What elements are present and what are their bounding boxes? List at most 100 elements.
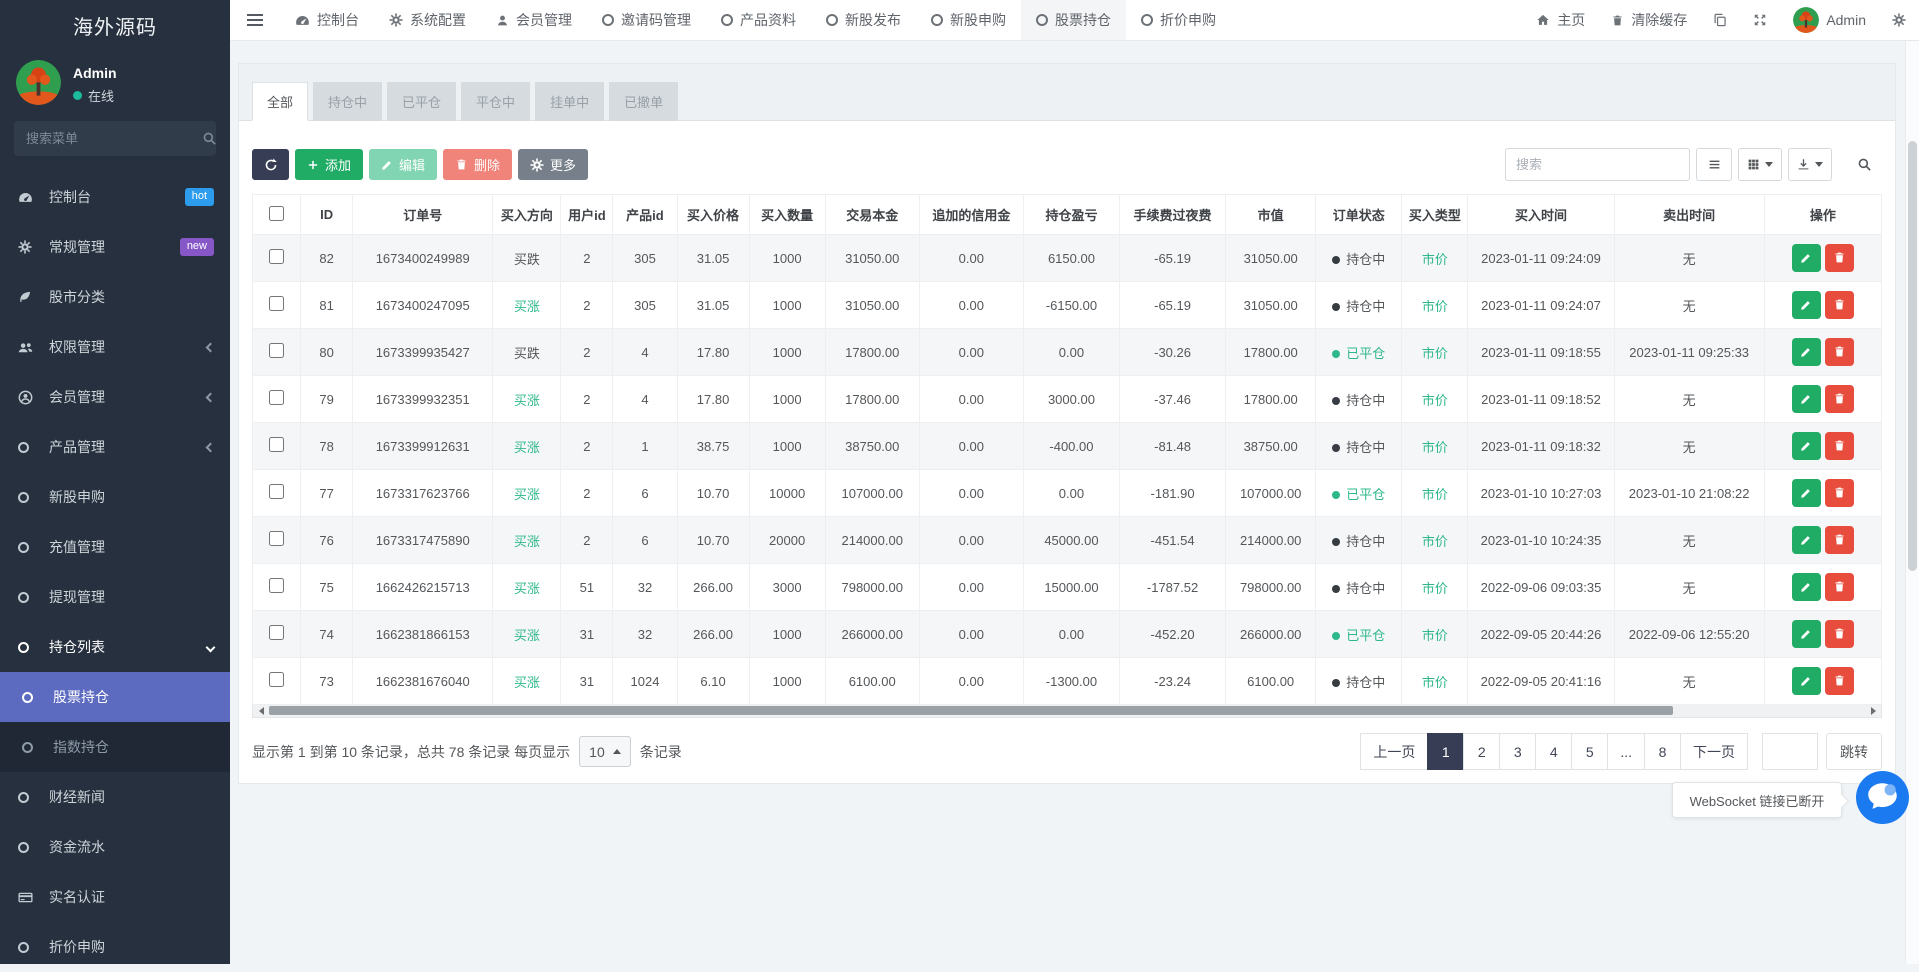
page-button-3[interactable]: 3 xyxy=(1499,733,1537,770)
row-checkbox[interactable] xyxy=(269,343,285,358)
page-button-...[interactable]: ... xyxy=(1607,733,1645,770)
page-button-上一页[interactable]: 上一页 xyxy=(1360,733,1429,770)
sidebar-item-general-mgmt[interactable]: 常规管理 new xyxy=(0,222,230,272)
row-edit-button[interactable] xyxy=(1791,479,1821,508)
user-menu[interactable]: Admin xyxy=(1780,7,1879,33)
nav-item-ipo-publish[interactable]: 新股发布 xyxy=(811,0,916,40)
nav-item-product-info[interactable]: 产品资料 xyxy=(706,0,811,40)
nav-item-stock-position[interactable]: 股票持仓 xyxy=(1021,0,1126,40)
page-size-select[interactable]: 10 xyxy=(579,736,631,767)
row-checkbox[interactable] xyxy=(269,578,285,593)
page-jump-input[interactable] xyxy=(1762,733,1818,770)
sidebar-item-stock-position[interactable]: 股票持仓 xyxy=(0,672,230,722)
sidebar-item-index-position[interactable]: 指数持仓 xyxy=(0,722,230,772)
sidebar-item-withdraw-mgmt[interactable]: 提现管理 xyxy=(0,572,230,622)
row-delete-button[interactable] xyxy=(1824,666,1854,695)
sidebar-search[interactable] xyxy=(14,121,216,156)
sidebar-search-input[interactable] xyxy=(26,131,202,146)
horizontal-scrollbar[interactable] xyxy=(252,705,1882,718)
sidebar-item-ipo-subscribe[interactable]: 新股申购 xyxy=(0,472,230,522)
sidebar-item-discount-subscribe[interactable]: 折价申购 xyxy=(0,922,230,972)
tab-4[interactable]: 挂单中 xyxy=(535,82,605,121)
nav-item-invite-code[interactable]: 邀请码管理 xyxy=(587,0,706,40)
sidebar-item-recharge-mgmt[interactable]: 充值管理 xyxy=(0,522,230,572)
tab-5[interactable]: 已撤单 xyxy=(609,82,679,121)
add-button[interactable]: 添加 xyxy=(295,149,364,180)
vertical-scrollbar[interactable] xyxy=(1905,41,1919,964)
nav-item-dashboard[interactable]: 控制台 xyxy=(280,0,374,40)
home-button[interactable]: 主页 xyxy=(1523,10,1598,30)
sidebar-item-fund-flow[interactable]: 资金流水 xyxy=(0,822,230,872)
sidebar-item-position-list[interactable]: 持仓列表 xyxy=(0,622,230,672)
page-button-1[interactable]: 1 xyxy=(1427,733,1465,770)
hamburger-menu-icon[interactable] xyxy=(230,0,280,40)
tab-2[interactable]: 已平仓 xyxy=(387,82,457,121)
page-button-2[interactable]: 2 xyxy=(1463,733,1501,770)
fullscreen-button[interactable] xyxy=(1740,13,1780,27)
select-all-checkbox[interactable] xyxy=(269,205,285,221)
edit-button[interactable]: 编辑 xyxy=(369,149,438,180)
row-edit-button[interactable] xyxy=(1791,385,1821,414)
row-checkbox[interactable] xyxy=(269,484,285,499)
sidebar-item-dashboard[interactable]: 控制台 hot xyxy=(0,172,230,222)
row-edit-button[interactable] xyxy=(1791,338,1821,367)
export-button[interactable] xyxy=(1788,148,1832,181)
nav-item-discount-subscribe[interactable]: 折价申购 xyxy=(1126,0,1231,40)
page-button-8[interactable]: 8 xyxy=(1644,733,1681,770)
more-button[interactable]: 更多 xyxy=(518,149,589,180)
table-search-input[interactable] xyxy=(1505,148,1690,181)
sidebar-item-member-mgmt[interactable]: 会员管理 xyxy=(0,372,230,422)
settings-button[interactable] xyxy=(1879,13,1919,27)
sidebar-item-permission-mgmt[interactable]: 权限管理 xyxy=(0,322,230,372)
copy-button[interactable] xyxy=(1700,13,1740,27)
row-edit-button[interactable] xyxy=(1791,432,1821,461)
sidebar-item-market-category[interactable]: 股市分类 xyxy=(0,272,230,322)
row-delete-button[interactable] xyxy=(1824,384,1854,413)
row-edit-button[interactable] xyxy=(1791,573,1821,602)
scroll-left-arrow-icon[interactable] xyxy=(253,705,269,717)
search-toggle-button[interactable] xyxy=(1846,148,1882,181)
row-delete-button[interactable] xyxy=(1824,619,1854,648)
row-delete-button[interactable] xyxy=(1824,243,1854,272)
row-edit-button[interactable] xyxy=(1791,667,1821,696)
tab-1[interactable]: 持仓中 xyxy=(313,82,383,121)
delete-button[interactable]: 删除 xyxy=(443,149,513,180)
row-checkbox[interactable] xyxy=(269,437,285,452)
row-edit-button[interactable] xyxy=(1791,244,1821,273)
nav-item-system-config[interactable]: 系统配置 xyxy=(374,0,481,40)
row-checkbox[interactable] xyxy=(269,390,285,405)
row-edit-button[interactable] xyxy=(1791,620,1821,649)
row-checkbox[interactable] xyxy=(269,296,285,311)
sidebar-item-product-mgmt[interactable]: 产品管理 xyxy=(0,422,230,472)
page-button-5[interactable]: 5 xyxy=(1571,733,1609,770)
sidebar-item-finance-news[interactable]: 财经新闻 xyxy=(0,772,230,822)
tab-0[interactable]: 全部 xyxy=(252,82,309,121)
row-delete-button[interactable] xyxy=(1824,572,1854,601)
row-edit-button[interactable] xyxy=(1791,291,1821,320)
page-button-下一页[interactable]: 下一页 xyxy=(1680,733,1748,770)
tab-3[interactable]: 平仓中 xyxy=(461,82,531,121)
scrollbar-thumb[interactable] xyxy=(269,706,1674,715)
row-delete-button[interactable] xyxy=(1824,290,1854,319)
nav-item-ipo-subscribe[interactable]: 新股申购 xyxy=(916,0,1021,40)
scrollbar-thumb[interactable] xyxy=(1908,141,1917,571)
row-delete-button[interactable] xyxy=(1824,337,1854,366)
page-jump-button[interactable]: 跳转 xyxy=(1826,733,1882,770)
row-checkbox[interactable] xyxy=(269,249,285,264)
row-edit-button[interactable] xyxy=(1791,526,1821,555)
chat-bubble-button[interactable] xyxy=(1856,771,1909,824)
row-delete-button[interactable] xyxy=(1824,431,1854,460)
row-checkbox[interactable] xyxy=(269,625,285,640)
page-button-4[interactable]: 4 xyxy=(1535,733,1573,770)
columns-button[interactable] xyxy=(1738,148,1782,181)
row-delete-button[interactable] xyxy=(1824,525,1854,554)
scroll-right-arrow-icon[interactable] xyxy=(1865,705,1881,717)
refresh-button[interactable] xyxy=(252,149,289,180)
clear-cache-button[interactable]: 清除缓存 xyxy=(1598,10,1700,30)
sidebar-item-real-name-auth[interactable]: 实名认证 xyxy=(0,872,230,922)
nav-item-member-mgmt[interactable]: 会员管理 xyxy=(481,0,587,40)
row-checkbox[interactable] xyxy=(269,672,285,687)
row-checkbox[interactable] xyxy=(269,531,285,546)
row-delete-button[interactable] xyxy=(1824,478,1854,507)
toggle-view-button[interactable] xyxy=(1696,148,1732,181)
